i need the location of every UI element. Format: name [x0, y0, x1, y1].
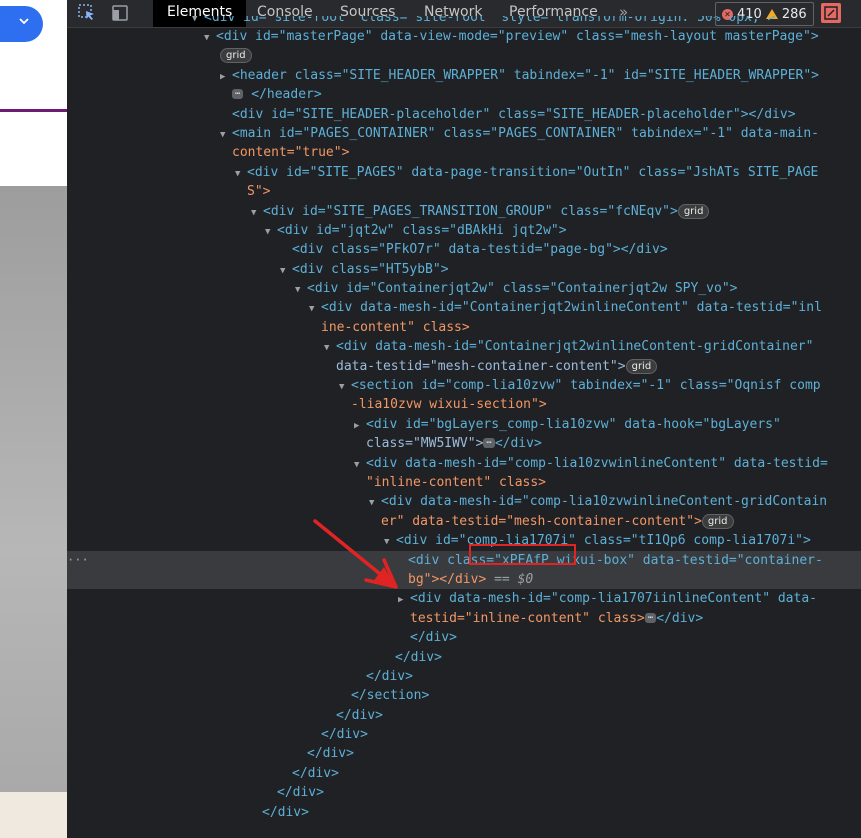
- dom-node-selected[interactable]: ··· <div class="xPEAfP wixui-box" data-te…: [67, 550, 861, 570]
- dom-tree: ▼ <div id="site-root" class="site-root" s…: [67, 16, 861, 822]
- dom-node[interactable]: ▶ <div data-mesh-id="comp-lia1707iinlineC…: [67, 589, 861, 608]
- dom-node-wrap: data-testid="mesh-container-content"> gri…: [67, 357, 861, 376]
- dom-node-wrap: content="true">: [232, 145, 350, 161]
- collapsed-ellipsis[interactable]: ⋯: [644, 612, 657, 623]
- dom-node[interactable]: <div class="PFkO7r" data-testid="page-bg…: [67, 240, 861, 259]
- grid-badge[interactable]: grid: [677, 203, 710, 219]
- dom-node[interactable]: ▶ <header class="SITE_HEADER_WRAPPER" tab…: [67, 66, 861, 85]
- dom-node[interactable]: ▼ <div id="jqt2w" class="dBAkHi jqt2w">: [67, 221, 861, 240]
- dom-node[interactable]: ⋯ </header>: [67, 85, 861, 104]
- dom-node[interactable]: ▼ <div id="SITE_PAGES_TRANSITION_GROUP" c…: [67, 202, 861, 221]
- dom-close-tag[interactable]: </div>: [67, 744, 861, 763]
- dom-close-tag[interactable]: </section>: [67, 686, 861, 705]
- dom-close-tag[interactable]: </div>: [67, 628, 861, 647]
- grid-badge[interactable]: grid: [701, 513, 734, 529]
- dom-node-target[interactable]: ▼ <div id="comp-lia1707i" class="tI1Qp6 c…: [67, 531, 861, 550]
- console-ref: == $0: [494, 571, 534, 587]
- grid-badge[interactable]: grid: [220, 48, 252, 64]
- dropdown-button[interactable]: [0, 6, 43, 42]
- dom-node-wrap: "inline-content" class>: [366, 474, 547, 490]
- dom-node-selected-wrap[interactable]: bg"></div> == $0: [67, 569, 861, 590]
- dom-node[interactable]: ▼ <div id="masterPage" data-view-mode="pr…: [67, 27, 861, 46]
- dom-node[interactable]: ▼ <main id="PAGES_CONTAINER" class="PAGES…: [67, 124, 861, 143]
- chevron-down-icon: [19, 18, 29, 25]
- page-viewport: [0, 0, 67, 838]
- dom-close-tag[interactable]: </div>: [67, 648, 861, 667]
- dom-node[interactable]: ▶ <div id="bgLayers_comp-lia10zvw" data-h…: [67, 415, 861, 434]
- page-footer-background: [0, 792, 67, 838]
- dom-close-tag[interactable]: </div>: [67, 803, 861, 822]
- devtools-panel: Elements Console Sources Network Perform…: [67, 0, 861, 838]
- dom-node-wrap: er" data-testid="mesh-container-content"…: [67, 512, 861, 531]
- page-section-background: [0, 186, 67, 792]
- grid-badge-row: grid: [67, 46, 861, 65]
- dom-close-tag[interactable]: </div>: [67, 725, 861, 744]
- collapsed-ellipsis[interactable]: ⋯: [483, 438, 495, 449]
- dom-close-tag[interactable]: </div>: [67, 783, 861, 802]
- dom-node[interactable]: ▼ <div id="site-root" class="site-root" s…: [67, 16, 861, 27]
- dom-node[interactable]: ▼ <div data-mesh-id="comp-lia10zvwinlineC…: [67, 454, 861, 473]
- dom-node-wrap: class="MW5IWV"> ⋯ </div>: [366, 436, 542, 452]
- dom-node[interactable]: ▼ <div class="HT5ybB">: [67, 260, 861, 279]
- dom-node-wrap: ine-content" class>: [321, 319, 470, 335]
- dom-node[interactable]: ▼ <div id="Containerjqt2w" class="Contain…: [67, 279, 861, 298]
- dom-node[interactable]: <div id="SITE_HEADER-placeholder" class=…: [67, 105, 861, 124]
- dom-node[interactable]: ▼ <section id="comp-lia10zvw" tabindex="-…: [67, 376, 861, 395]
- grid-badge[interactable]: grid: [625, 358, 658, 374]
- dom-node[interactable]: ▼ <div data-mesh-id="comp-lia10zvwinlineC…: [67, 492, 861, 511]
- dom-node[interactable]: ▼ <div data-mesh-id="Containerjqt2winline…: [67, 298, 861, 317]
- collapsed-ellipsis[interactable]: ⋯: [232, 89, 244, 100]
- dom-node-wrap: S">: [247, 184, 271, 200]
- dom-node-wrap: testid="inline-content" class> ⋯ </div>: [410, 610, 704, 626]
- dom-close-tag[interactable]: </div>: [67, 706, 861, 725]
- header-divider: [0, 109, 67, 112]
- row-menu-icon[interactable]: ···: [67, 551, 89, 570]
- dom-node-wrap: -lia10zvw wixui-section">: [351, 397, 547, 413]
- dom-close-tag[interactable]: </div>: [67, 764, 861, 783]
- dom-node[interactable]: ▼ <div id="SITE_PAGES" data-page-transiti…: [67, 163, 861, 182]
- dom-close-tag[interactable]: </div>: [67, 667, 861, 686]
- dom-node[interactable]: ▼ <div data-mesh-id="Containerjqt2winline…: [67, 337, 861, 356]
